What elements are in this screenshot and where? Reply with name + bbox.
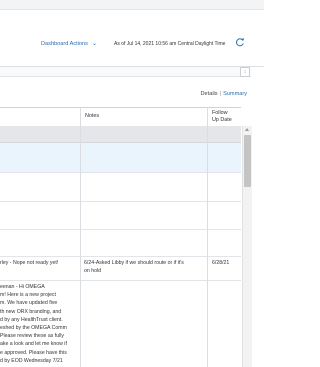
details-link[interactable]: Details	[201, 91, 218, 97]
row-text-line: d by EOD Wednesday 7/21	[0, 357, 63, 364]
column-divider	[207, 107, 208, 367]
row-notes: 6/24-Asked Libby if we should route or i…	[84, 259, 184, 275]
panel-option-button[interactable]: ↕	[240, 67, 250, 77]
table-row[interactable]: rley - Nope not ready yet! 6/24-Asked Li…	[0, 257, 241, 281]
row-text-line: d by any HealthTrust client.	[0, 316, 63, 323]
dashboard-header	[0, 10, 264, 67]
view-separator: |	[219, 91, 222, 97]
table-row[interactable]	[0, 230, 241, 257]
scroll-up-arrow-icon[interactable]	[245, 128, 249, 131]
row-text: eenan - Hi OMEGA m! Here is a new projec…	[0, 283, 67, 365]
as-of-timestamp: As of Jul 14, 2021 10:56 am Central Dayl…	[114, 41, 226, 47]
panel-toolbar	[0, 67, 251, 77]
notes-line: 6/24-Asked Libby if we should route or i…	[84, 260, 184, 266]
refresh-icon[interactable]	[235, 37, 245, 47]
table-row[interactable]: eenan - Hi OMEGA m! Here is a new projec…	[0, 281, 241, 367]
row-text-line: e approved. Please have this	[0, 349, 67, 356]
row-text-line: m! Here is a new project	[0, 292, 56, 299]
vertical-scrollbar[interactable]	[242, 126, 252, 367]
row-text-line: th new ORX branding, and	[0, 308, 62, 315]
row-text-line: ake a look and let me know if	[0, 341, 67, 348]
view-toggle: Details | Summary	[201, 91, 248, 97]
dashboard-actions-menu[interactable]: Dashboard Actions ⌄	[41, 40, 97, 47]
table-row[interactable]	[0, 143, 241, 173]
table-row[interactable]	[0, 173, 241, 202]
scrollbar-thumb[interactable]	[244, 135, 251, 187]
row-text: rley - Nope not ready yet!	[0, 260, 59, 266]
summary-link[interactable]: Summary	[223, 91, 247, 97]
row-text-line: Please review these as fully	[0, 333, 65, 340]
top-bar	[0, 0, 264, 10]
column-header-follow-up-date[interactable]: Follow Up Date	[212, 110, 232, 123]
column-divider	[80, 107, 81, 367]
dashboard-actions-label: Dashboard Actions	[41, 41, 88, 47]
group-header-row	[0, 126, 241, 143]
table-row[interactable]	[0, 202, 241, 230]
notes-line: on hold	[84, 268, 102, 275]
follow-up-header-line2: Up Date	[212, 116, 232, 123]
table-header: Notes Follow Up Date	[0, 107, 241, 127]
row-follow-up-date: 6/28/21	[212, 260, 230, 266]
row-text-line: eshed by the OMEGA Comm	[0, 325, 67, 332]
row-text-line: m. We have updated five	[0, 300, 58, 307]
column-header-notes[interactable]: Notes	[85, 113, 99, 120]
row-text-line: eenan - Hi OMEGA	[0, 284, 45, 290]
data-table: Notes Follow Up Date rley - Nope not rea…	[0, 107, 241, 367]
chevron-down-icon: ⌄	[91, 41, 97, 47]
